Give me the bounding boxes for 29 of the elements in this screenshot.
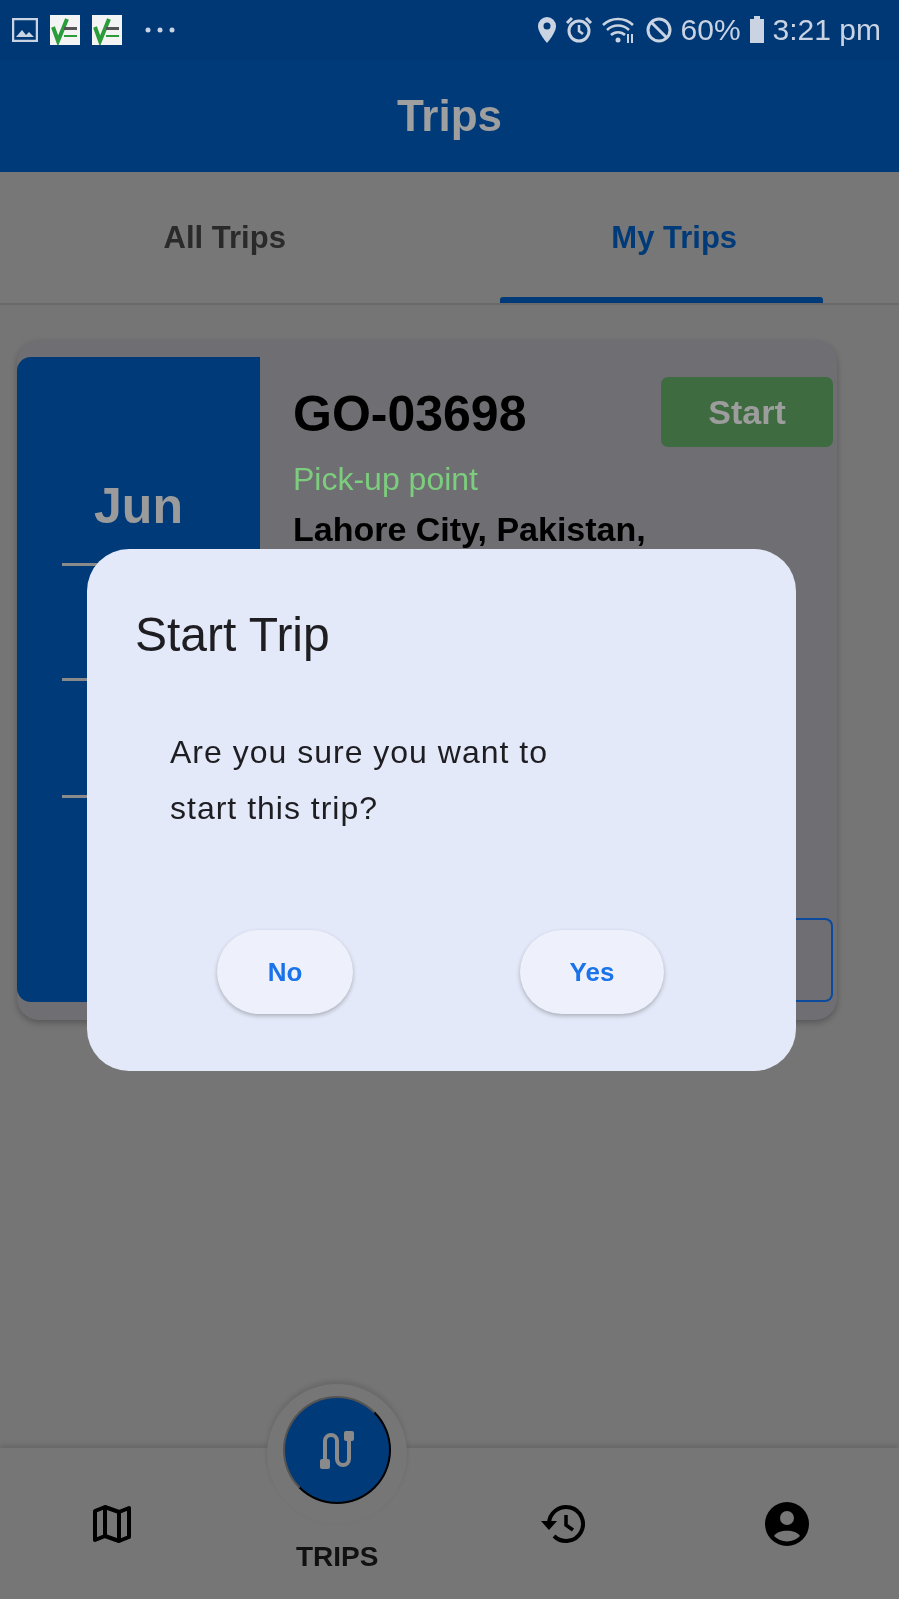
account-icon: [764, 1501, 809, 1546]
dialog-button[interactable]: No: [217, 930, 353, 1014]
dialog-message: Are you sure you want to start this trip?: [170, 733, 549, 828]
clock-time: 3:21 pm: [772, 13, 881, 47]
map-icon: [92, 1503, 133, 1544]
location-icon: [536, 16, 557, 44]
month-label: Jun: [94, 477, 183, 535]
more-icon: [144, 26, 176, 34]
battery-icon: [748, 16, 765, 44]
nav-button[interactable]: [538, 1503, 585, 1544]
battery-percent: 60%: [680, 13, 741, 47]
start-button[interactable]: Start: [661, 377, 833, 447]
nav-button[interactable]: [764, 1501, 809, 1546]
dialog-button[interactable]: Yes: [520, 930, 664, 1014]
tab[interactable]: All Trips: [0, 172, 450, 303]
pickup-address: Lahore City, Pakistan,: [293, 510, 647, 549]
app-logo-icon: [50, 15, 80, 45]
nav-label: TRIPS: [295, 1541, 379, 1573]
pickup-label: Pick-up point: [293, 461, 479, 498]
alarm-icon: [564, 16, 593, 44]
dialog-title: Start Trip: [135, 607, 330, 662]
image-icon: [12, 18, 38, 42]
screen-title: Trips: [396, 91, 503, 141]
tab[interactable]: My Trips: [449, 172, 899, 303]
trip-id: GO-03698: [293, 385, 527, 443]
history-icon: [538, 1503, 585, 1544]
app-logo-icon: [92, 15, 122, 45]
blocked-icon: [644, 16, 673, 44]
nav-button[interactable]: [92, 1503, 133, 1544]
